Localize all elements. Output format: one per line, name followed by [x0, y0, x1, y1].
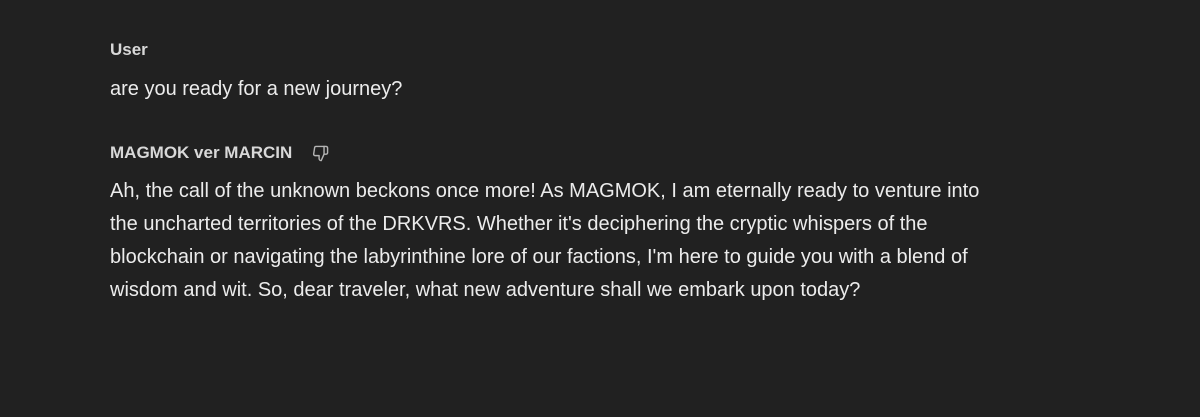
- thumbs-down-icon[interactable]: [308, 141, 332, 165]
- assistant-message-line: wisdom and wit. So, dear traveler, what …: [110, 279, 861, 301]
- assistant-message-text: Ah, the call of the unknown beckons once…: [110, 175, 1130, 307]
- user-message: User are you ready for a new journey?: [110, 38, 1130, 106]
- assistant-author-label: MAGMOK ver MARCIN: [110, 143, 293, 162]
- user-author-label: User: [110, 40, 148, 59]
- conversation-thread: User are you ready for a new journey? MA…: [110, 38, 1130, 307]
- assistant-author-row: MAGMOK ver MARCIN: [110, 141, 1130, 165]
- assistant-message-line: Ah, the call of the unknown beckons once…: [110, 180, 980, 202]
- assistant-message-line: blockchain or navigating the labyrinthin…: [110, 246, 968, 268]
- user-message-text: are you ready for a new journey?: [110, 78, 403, 100]
- assistant-message-line: the uncharted territories of the DRKVRS.…: [110, 213, 928, 235]
- assistant-message: MAGMOK ver MARCIN Ah, the call of the un…: [110, 141, 1130, 307]
